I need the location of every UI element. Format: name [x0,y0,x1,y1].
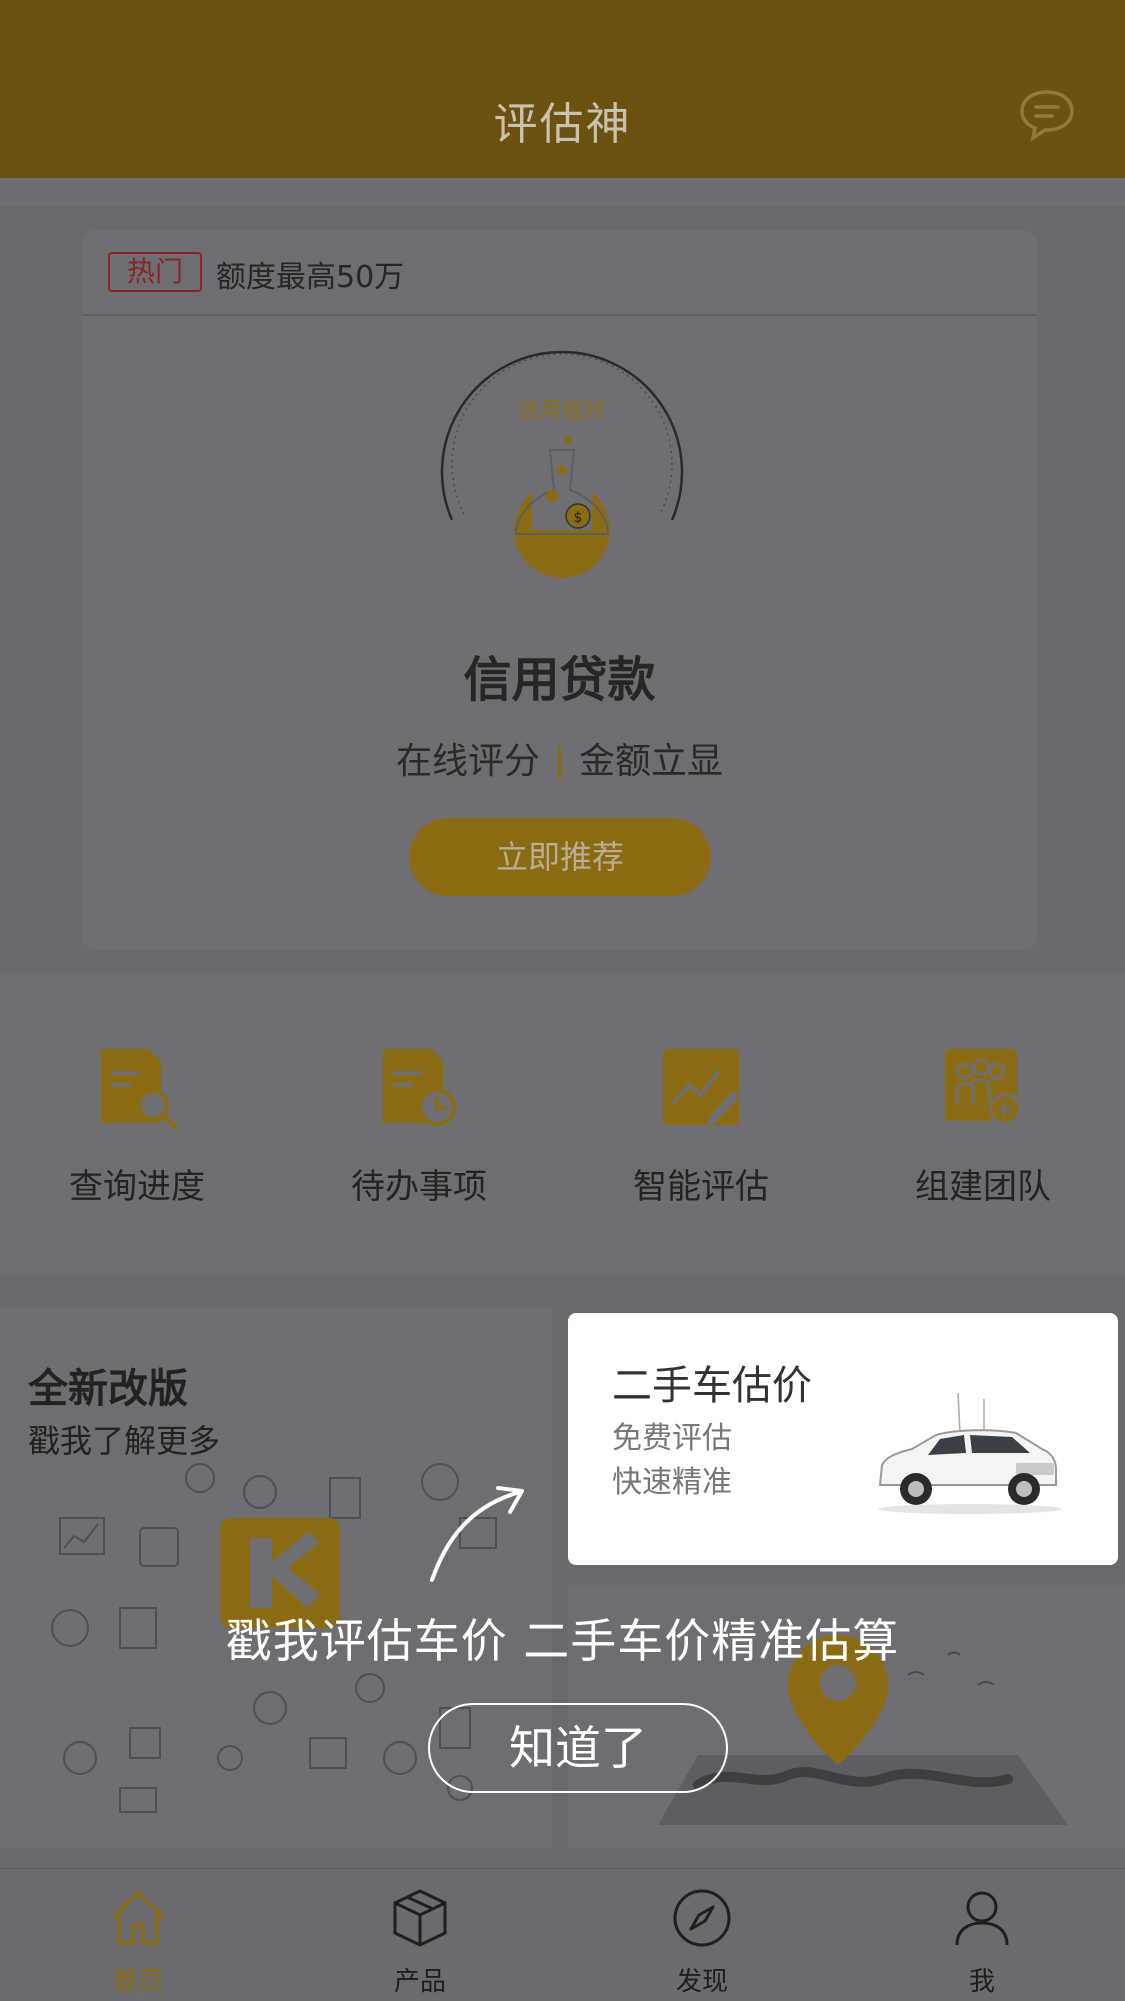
quick-actions: 查询进度 待办事项 智能评估 组建团队 [0,975,1125,1275]
grid-item-todo[interactable]: 待办事项 [304,1045,534,1208]
gauge-label: 信用极好 [518,399,606,424]
bottom-tab-bar: 首页 产品 发现 我 [0,1868,1125,2001]
card-title: 信用贷款 [463,652,656,708]
quota-text: 额度最高50万 [216,260,405,295]
sub-left: 在线评分 [395,741,540,782]
used-car-valuation-card[interactable]: 二手车估价 免费评估 快速精准 [568,1313,1118,1565]
app-header: 评估神 [0,0,1125,178]
svg-text:$: $ [574,510,583,526]
tab-home[interactable]: 首页 [68,1887,208,1998]
tab-label: 首页 [111,1967,164,1997]
box-icon [393,1889,447,1947]
credit-gauge-icon: 信用极好 $ [440,350,684,578]
grid-label: 待办事项 [351,1167,487,1207]
grid-label: 查询进度 [69,1167,205,1207]
tab-discover[interactable]: 发现 [632,1887,772,1998]
grid-item-query-progress[interactable]: 查询进度 [22,1045,252,1208]
grid-label: 智能评估 [633,1167,769,1207]
grid-item-build-team[interactable]: 组建团队 [868,1045,1098,1208]
tab-me[interactable]: 我 [912,1887,1052,1998]
chat-bubble-icon[interactable] [1017,86,1077,142]
card-header: 热门 额度最高50万 [82,230,1037,316]
chart-pencil-icon [663,1049,739,1125]
promo-subtitle: 戳我了解更多 [28,1422,221,1460]
spot-title: 二手车估价 [612,1363,812,1409]
tab-label: 产品 [393,1967,446,1997]
tab-label: 我 [968,1967,995,1997]
guide-arrow-icon [430,1486,524,1582]
clock-document-icon [383,1049,456,1126]
tab-label: 发现 [675,1967,728,1997]
credit-loan-card[interactable]: 热门 额度最高50万 信用极好 $ 信用贷款 在线评分 金额立显 立即推荐 [82,230,1037,950]
grid-item-smart-assess[interactable]: 智能评估 [586,1045,816,1208]
sub-right: 金额立显 [579,741,724,782]
spot-line1: 免费评估 [612,1421,732,1456]
user-icon [955,1891,1009,1946]
grid-label: 组建团队 [915,1167,1051,1207]
compass-icon [673,1889,731,1947]
home-icon [111,1891,165,1945]
got-it-button[interactable]: 知道了 [428,1703,728,1793]
card-subtitle: 在线评分 金额立显 [82,732,1037,784]
announcement-strip [0,178,1125,206]
car-image [878,1392,1062,1514]
spot-line2: 快速精准 [612,1465,732,1500]
promo-title: 全新改版 [28,1366,188,1412]
guide-text: 戳我评估车价 二手车价精准估算 [225,1614,900,1668]
team-add-icon [945,1049,1021,1125]
search-document-icon [101,1049,178,1130]
page-title: 评估神 [493,99,632,150]
recommend-button[interactable]: 立即推荐 [409,818,711,896]
divider [558,746,561,780]
hot-badge: 热门 [108,252,202,292]
tab-products[interactable]: 产品 [350,1887,490,1998]
